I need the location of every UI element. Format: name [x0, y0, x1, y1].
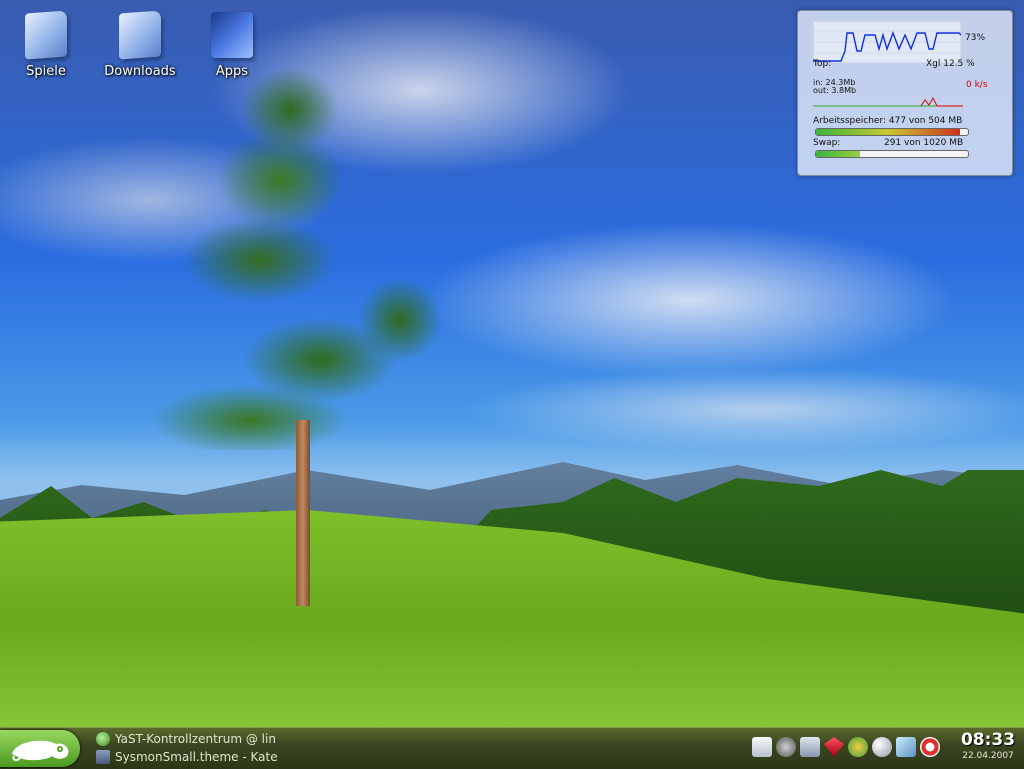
update-icon[interactable] — [848, 737, 868, 757]
clock-time: 08:33 — [960, 730, 1016, 750]
swap-value: 291 von 1020 MB — [884, 138, 964, 148]
speaker-icon[interactable] — [776, 737, 796, 757]
swap-bar — [815, 150, 969, 158]
taskbar-task-kate[interactable]: SysmonSmall.theme - Kate — [96, 748, 278, 765]
folder-icon — [119, 10, 161, 60]
memory-label: Arbeitsspeicher: 477 von 504 MB — [813, 116, 963, 126]
desktop-icon-spiele[interactable]: Spiele — [6, 10, 86, 79]
notes-icon[interactable] — [896, 737, 916, 757]
kmenu-button[interactable] — [0, 730, 80, 767]
memory-bar — [815, 128, 969, 136]
ruby-icon[interactable] — [824, 737, 844, 757]
cpu-percent: 73% — [965, 33, 986, 43]
apps-icon — [211, 12, 253, 58]
top-process: Xgl 12.5 % — [926, 59, 975, 69]
network-graph — [813, 96, 963, 107]
disk-icon[interactable] — [800, 737, 820, 757]
memory-bar-fill — [816, 129, 961, 135]
opensuse-chameleon-icon — [12, 740, 69, 762]
sysmon-widget[interactable]: 73% Top: Xgl 12.5 % in: 24.3Mb out: 3.8M… — [797, 10, 1013, 176]
yast-icon — [96, 731, 110, 746]
swap-bar-fill — [816, 151, 861, 157]
desktop-icon-downloads[interactable]: Downloads — [100, 10, 180, 79]
top-label: Top: — [813, 59, 832, 69]
globe-icon[interactable] — [872, 737, 892, 757]
desktop-icon-label: Spiele — [26, 64, 66, 79]
taskbar-task-yast[interactable]: YaST-Kontrollzentrum @ lin — [96, 730, 276, 747]
system-tray — [752, 737, 940, 759]
kate-icon — [96, 749, 110, 764]
task-label: SysmonSmall.theme - Kate — [115, 749, 278, 764]
lifebuoy-icon[interactable] — [920, 737, 940, 757]
desktop-icon-label: Downloads — [104, 64, 176, 79]
taskbar-clock[interactable]: 08:33 22.04.2007 — [955, 730, 1021, 762]
task-label: YaST-Kontrollzentrum @ lin — [115, 731, 276, 746]
folder-icon — [25, 10, 67, 60]
cpu-load-graph — [813, 21, 961, 63]
document-icon[interactable] — [752, 737, 772, 757]
clock-date: 22.04.2007 — [962, 751, 1014, 761]
net-rate: 0 k/s — [966, 80, 988, 90]
desktop-icon-label: Apps — [215, 64, 249, 79]
desktop-icon-apps[interactable]: Apps — [192, 12, 272, 79]
wallpaper-tree-crown — [130, 70, 450, 450]
wallpaper-tree-trunk — [296, 420, 310, 606]
swap-label: Swap: — [813, 138, 841, 148]
